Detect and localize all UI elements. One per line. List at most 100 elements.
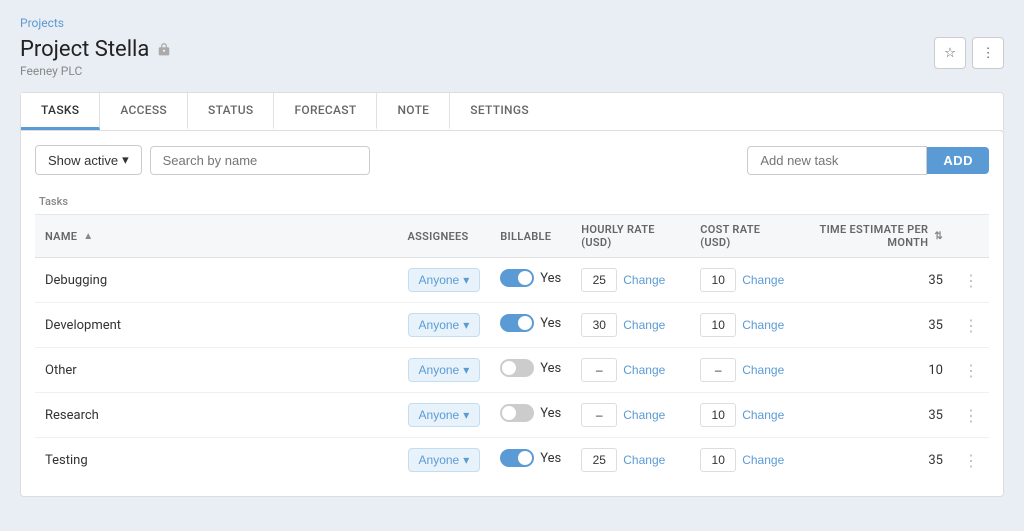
hourly-rate-input[interactable] [581,448,617,472]
task-name: Other [45,363,77,378]
billable-toggle[interactable] [500,449,534,467]
add-task-input[interactable] [747,146,927,175]
tab-settings[interactable]: SETTINGS [450,93,549,130]
tasks-table: NAME ▲ ASSIGNEES BILLABLE HOURLY RATE (U… [35,215,989,482]
row-actions[interactable]: ⋮ [953,348,989,393]
cost-rate-input[interactable] [700,358,736,382]
tab-status[interactable]: STATUS [188,93,274,130]
task-name: Research [45,408,99,423]
col-hourly-rate-header: HOURLY RATE (USD) [571,215,690,258]
cost-rate-change-button[interactable]: Change [742,363,784,377]
col-name-header[interactable]: NAME ▲ [45,230,93,243]
hourly-rate-cell: Change [581,268,680,292]
row-actions[interactable]: ⋮ [953,393,989,438]
table-header: NAME ▲ ASSIGNEES BILLABLE HOURLY RATE (U… [35,215,989,258]
chevron-down-icon: ▾ [463,363,469,377]
tab-note[interactable]: NOTE [377,93,450,130]
hourly-rate-cell: Change [581,403,680,427]
col-time-estimate-header[interactable]: TIME ESTIMATE PER MONTH ⇅ [810,223,943,249]
assignee-label: Anyone [419,453,460,467]
cost-rate-input[interactable] [700,268,736,292]
row-actions[interactable]: ⋮ [953,438,989,483]
sort-icon-time: ⇅ [934,231,943,242]
hourly-rate-change-button[interactable]: Change [623,453,665,467]
tabs-bar: TASKS ACCESS STATUS FORECAST NOTE SETTIN… [20,92,1004,130]
more-button[interactable]: ⋮ [972,37,1004,69]
assignee-button[interactable]: Anyone ▾ [408,313,481,337]
section-label: Tasks [35,189,989,215]
col-billable-header: BILLABLE [490,215,571,258]
cost-rate-cell: Change [700,268,790,292]
toolbar-left: Show active ▾ [35,145,370,175]
show-active-button[interactable]: Show active ▾ [35,145,142,175]
hourly-rate-change-button[interactable]: Change [623,408,665,422]
cost-rate-cell: Change [700,358,790,382]
cost-rate-change-button[interactable]: Change [742,273,784,287]
toolbar-right: ADD [747,146,989,175]
row-actions[interactable]: ⋮ [953,303,989,348]
col-assignees-header: ASSIGNEES [398,215,491,258]
cost-rate-change-button[interactable]: Change [742,453,784,467]
billable-cell: Yes [500,359,561,377]
billable-toggle[interactable] [500,359,534,377]
cost-rate-cell: Change [700,403,790,427]
add-button[interactable]: ADD [927,147,989,174]
assignee-button[interactable]: Anyone ▾ [408,268,481,292]
time-estimate-cell: 35 [800,393,953,438]
star-icon: ☆ [944,45,956,61]
task-name: Development [45,318,121,333]
cost-rate-input[interactable] [700,313,736,337]
billable-cell: Yes [500,269,561,287]
assignee-label: Anyone [419,318,460,332]
cost-rate-change-button[interactable]: Change [742,408,784,422]
assignee-label: Anyone [419,408,460,422]
cost-rate-change-button[interactable]: Change [742,318,784,332]
cost-rate-input[interactable] [700,448,736,472]
assignee-button[interactable]: Anyone ▾ [408,403,481,427]
table-row: Testing Anyone ▾ Yes Change Change [35,438,989,483]
billable-toggle[interactable] [500,269,534,287]
time-estimate-cell: 35 [800,258,953,303]
tasks-tbody: Debugging Anyone ▾ Yes Change Change [35,258,989,483]
billable-toggle[interactable] [500,314,534,332]
chevron-down-icon: ▾ [463,273,469,287]
hourly-rate-change-button[interactable]: Change [623,273,665,287]
project-subtitle: Feeney PLC [20,64,171,78]
time-estimate-cell: 35 [800,303,953,348]
table-row: Development Anyone ▾ Yes Change Change [35,303,989,348]
billable-toggle[interactable] [500,404,534,422]
cost-rate-input[interactable] [700,403,736,427]
table-row: Research Anyone ▾ Yes Change Change [35,393,989,438]
show-active-label: Show active [48,153,118,168]
lock-icon [157,37,171,62]
billable-cell: Yes [500,449,561,467]
billable-label: Yes [540,271,561,286]
assignee-label: Anyone [419,363,460,377]
chevron-down-icon: ▾ [463,408,469,422]
col-cost-rate-header: COST RATE (USD) [690,215,800,258]
star-button[interactable]: ☆ [934,37,966,69]
billable-cell: Yes [500,314,561,332]
hourly-rate-change-button[interactable]: Change [623,318,665,332]
hourly-rate-change-button[interactable]: Change [623,363,665,377]
main-card: Show active ▾ ADD Tasks NAME ▲ [20,130,1004,497]
breadcrumb-link[interactable]: Projects [20,16,64,30]
hourly-rate-input[interactable] [581,313,617,337]
assignee-button[interactable]: Anyone ▾ [408,448,481,472]
hourly-rate-input[interactable] [581,358,617,382]
breadcrumb: Projects [20,16,1004,31]
tab-access[interactable]: ACCESS [100,93,188,130]
time-estimate-cell: 10 [800,348,953,393]
task-name: Debugging [45,273,107,288]
hourly-rate-input[interactable] [581,268,617,292]
row-actions[interactable]: ⋮ [953,258,989,303]
search-input[interactable] [150,146,370,175]
chevron-down-icon: ▾ [463,453,469,467]
tab-forecast[interactable]: FORECAST [274,93,377,130]
assignee-button[interactable]: Anyone ▾ [408,358,481,382]
hourly-rate-input[interactable] [581,403,617,427]
tab-tasks[interactable]: TASKS [21,93,100,130]
cost-rate-cell: Change [700,448,790,472]
billable-label: Yes [540,361,561,376]
hourly-rate-cell: Change [581,358,680,382]
